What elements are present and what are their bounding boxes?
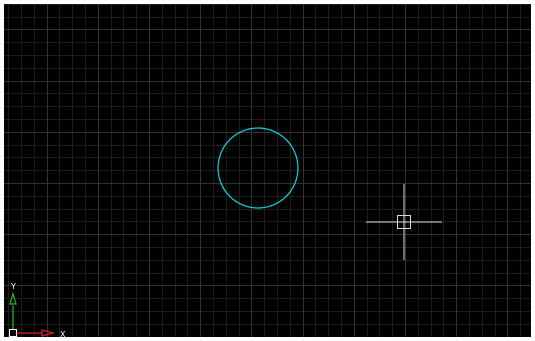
ucs-icon: Y X: [9, 282, 66, 337]
grid-minor-lines: [4, 4, 531, 337]
ucs-origin-box: [9, 329, 17, 337]
ucs-y-label: Y: [10, 282, 16, 291]
drawing-canvas[interactable]: Y X: [4, 4, 531, 337]
canvas-svg[interactable]: Y X: [4, 4, 531, 337]
ucs-x-label: X: [60, 330, 66, 337]
crosshair-cursor: [366, 184, 442, 260]
